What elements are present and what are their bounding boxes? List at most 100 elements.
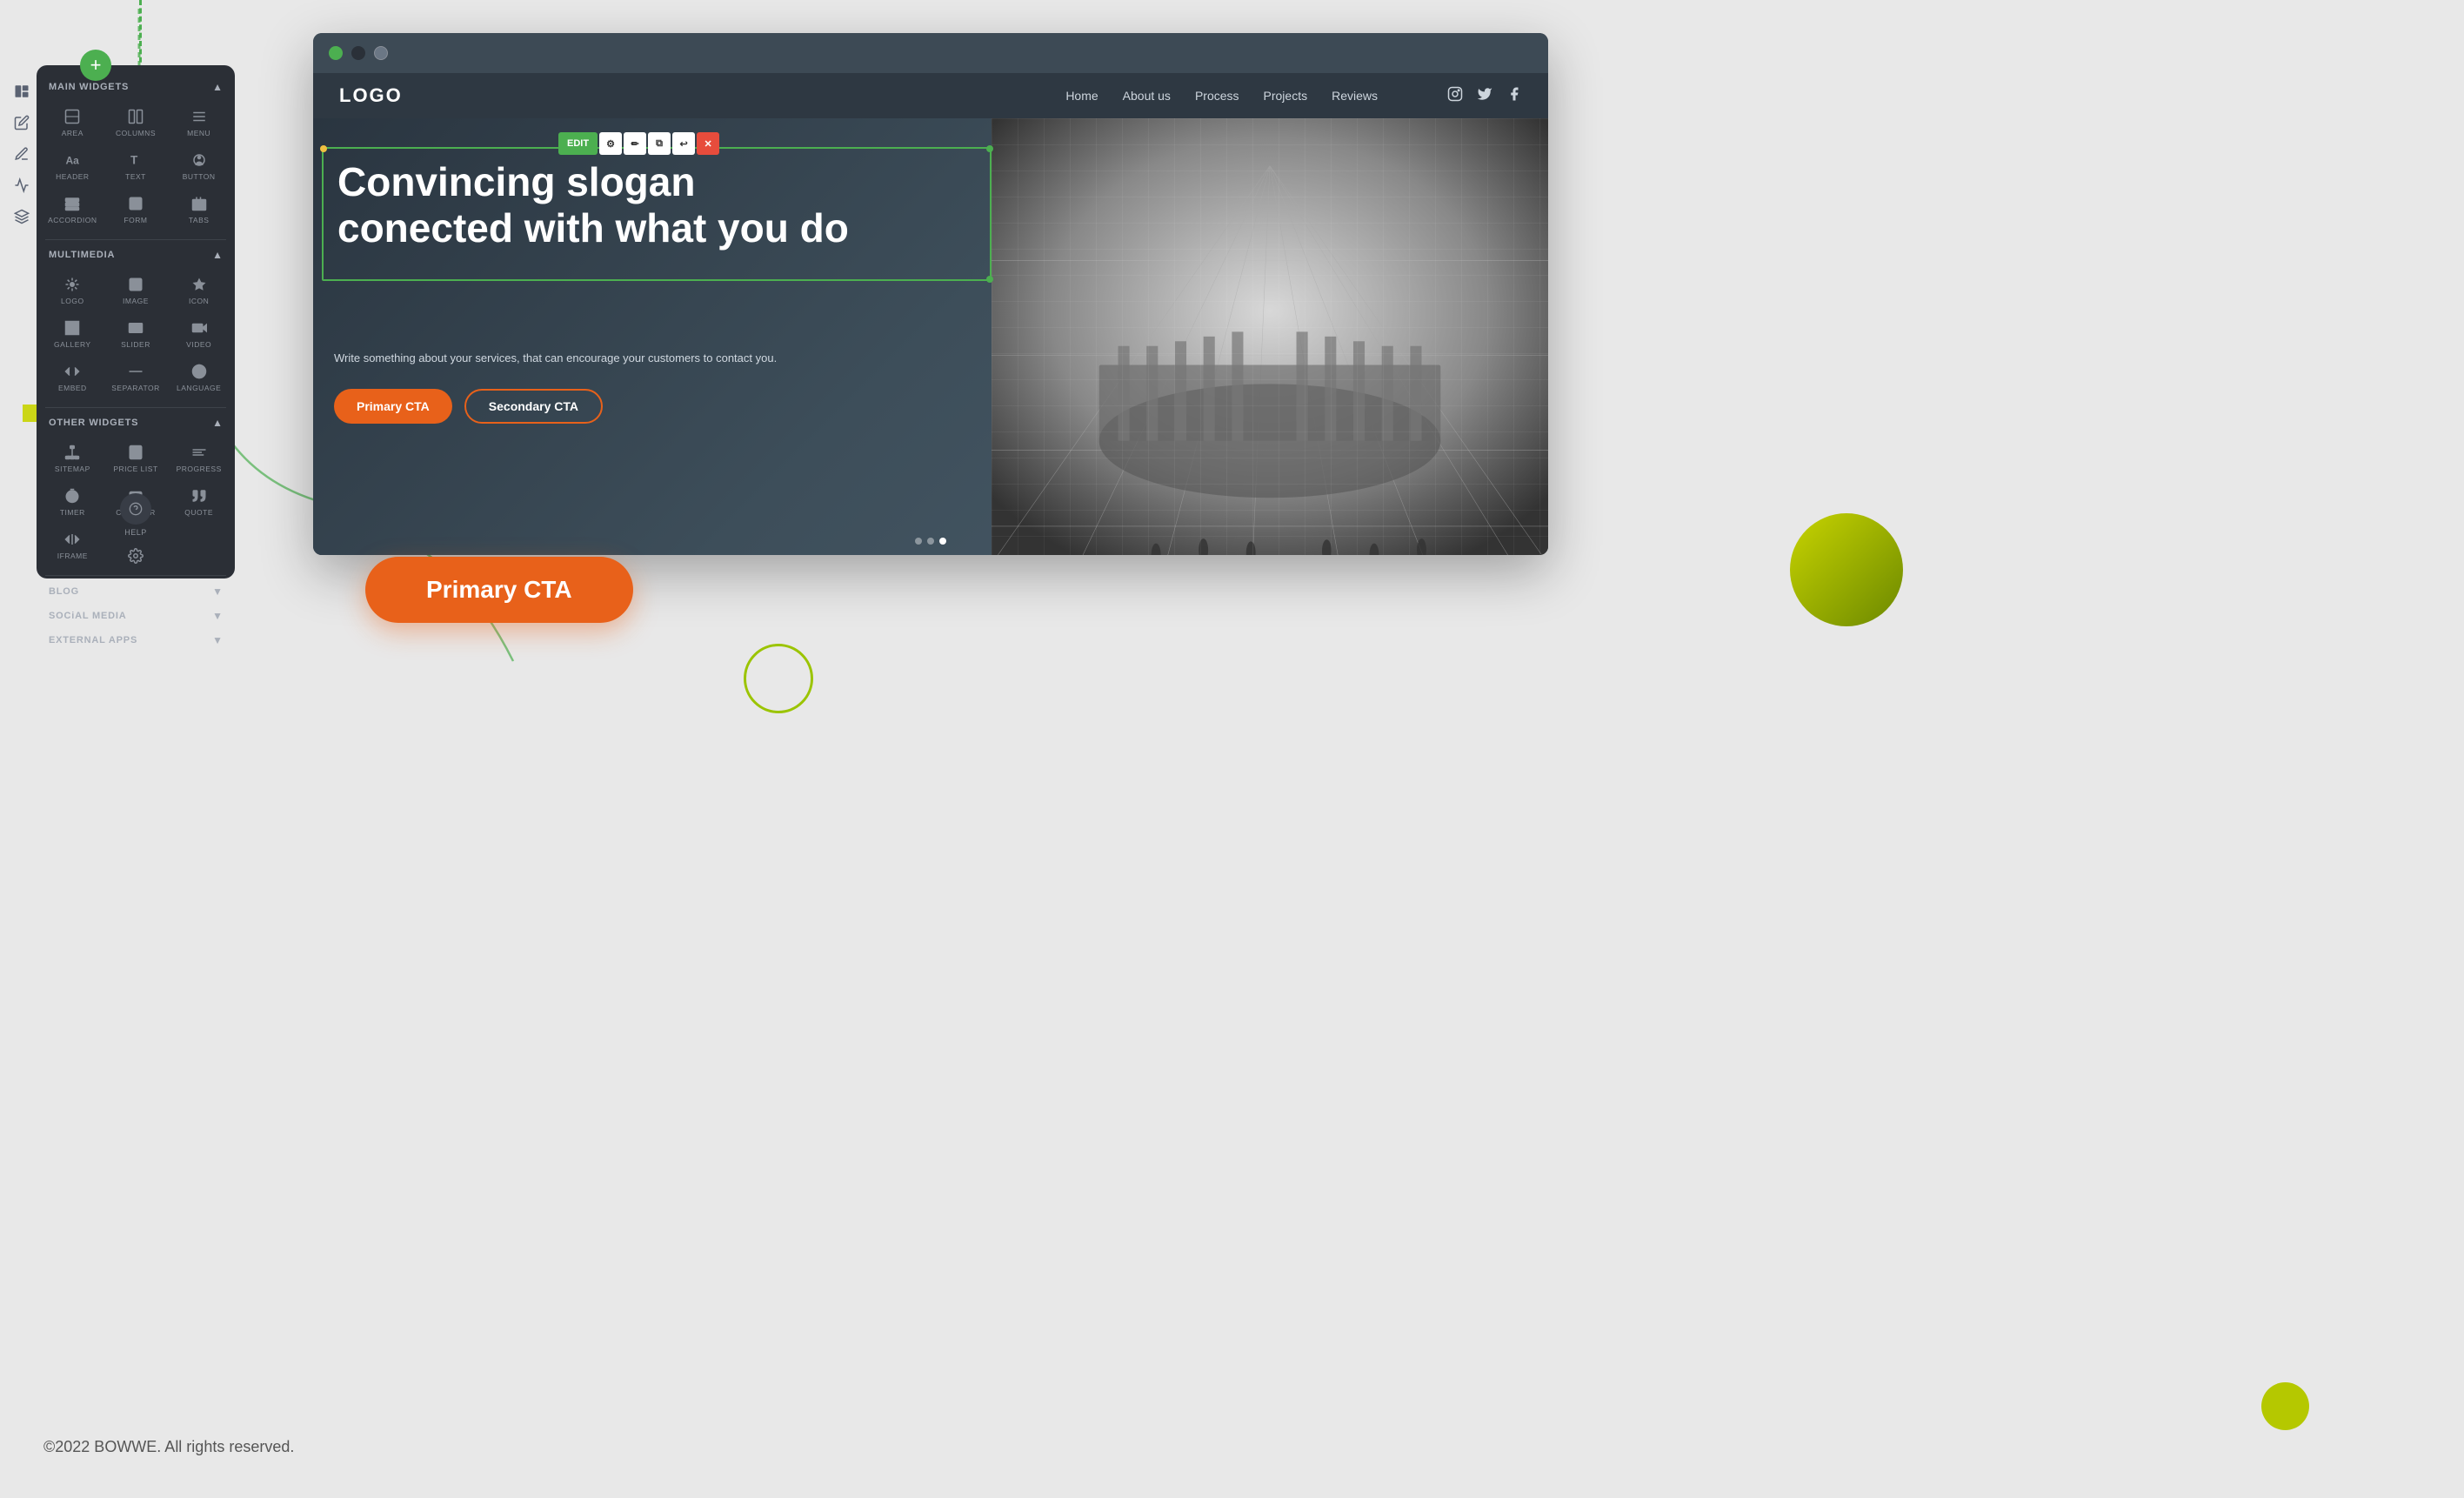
widget-separator[interactable]: SEPARATOR <box>105 355 167 397</box>
widget-logo[interactable]: LOGO <box>42 268 104 310</box>
main-widgets-arrow: ▲ <box>212 81 223 93</box>
primary-cta-button[interactable]: Primary CTA <box>334 389 452 424</box>
external-apps-section-header[interactable]: EXTERNAL APPS ▼ <box>37 628 235 652</box>
widget-button-label: BUTTON <box>183 172 216 181</box>
nav-link-home[interactable]: Home <box>1065 89 1098 103</box>
browser-topbar <box>313 33 1548 73</box>
add-widget-button[interactable]: + <box>80 50 111 81</box>
widget-button[interactable]: BUTTON <box>168 144 230 185</box>
resize-handle-br[interactable] <box>986 276 993 283</box>
hero-text-block[interactable]: Convincing slogan conected with what you… <box>322 147 992 281</box>
widget-header[interactable]: Aa HEADER <box>42 144 104 185</box>
embed-icon <box>60 362 84 381</box>
widget-menu[interactable]: MENU <box>168 100 230 142</box>
nav-link-process[interactable]: Process <box>1195 89 1239 103</box>
widget-gallery-label: GALLERY <box>54 340 91 349</box>
hero-subtext: Write something about your services, tha… <box>334 351 983 364</box>
widget-video[interactable]: VIDEO <box>168 311 230 353</box>
widget-text[interactable]: T TEXT <box>105 144 167 185</box>
accordion-icon <box>60 194 84 213</box>
browser-dot-dark[interactable] <box>351 46 365 60</box>
layers-icon[interactable] <box>8 203 36 231</box>
instagram-icon[interactable] <box>1447 86 1463 106</box>
widget-form-label: FORM <box>124 216 147 224</box>
widget-columns[interactable]: COLUMNS <box>105 100 167 142</box>
widget-accordion-label: ACCORDION <box>48 216 97 224</box>
blog-arrow: ▼ <box>212 585 223 598</box>
left-icon-strip <box>3 65 41 570</box>
multimedia-widgets-grid: LOGO IMAGE ICON GALLERY <box>37 266 235 404</box>
widget-area[interactable]: AREA <box>42 100 104 142</box>
settings-button[interactable] <box>120 540 151 572</box>
nav-link-about[interactable]: About us <box>1123 89 1171 103</box>
page-dot-1[interactable] <box>915 538 922 545</box>
secondary-cta-button[interactable]: Secondary CTA <box>464 389 603 424</box>
help-button[interactable] <box>120 493 151 525</box>
tabs-icon <box>187 194 211 213</box>
nav-link-reviews[interactable]: Reviews <box>1332 89 1378 103</box>
settings-tool-button[interactable]: ⚙ <box>599 132 622 155</box>
page-dot-2[interactable] <box>927 538 934 545</box>
image-icon <box>124 275 148 294</box>
hero-image <box>992 118 1548 555</box>
sidebar-divider-3 <box>45 575 226 576</box>
nav-link-projects[interactable]: Projects <box>1264 89 1308 103</box>
duplicate-tool-button[interactable]: ⧉ <box>648 132 671 155</box>
widget-tabs[interactable]: TABS <box>168 187 230 229</box>
blog-section-header[interactable]: BLOG ▼ <box>37 579 235 604</box>
delete-tool-button[interactable]: ✕ <box>697 132 719 155</box>
widget-language-label: LANGUAGE <box>177 384 221 392</box>
widget-accordion[interactable]: ACCORDION <box>42 187 104 229</box>
svg-text:T: T <box>130 154 138 167</box>
widget-progress[interactable]: PROGRESS <box>168 436 230 478</box>
widget-gallery[interactable]: GALLERY <box>42 311 104 353</box>
header-icon: Aa <box>60 150 84 170</box>
analytics-icon[interactable] <box>8 171 36 199</box>
twitter-icon[interactable] <box>1477 86 1492 106</box>
widget-sitemap[interactable]: SITEMAP <box>42 436 104 478</box>
resize-handle-tl[interactable] <box>320 145 327 152</box>
pencil-tool-button[interactable]: ✏ <box>624 132 646 155</box>
price-list-icon <box>124 443 148 462</box>
widget-slider[interactable]: SLIDER <box>105 311 167 353</box>
facebook-icon[interactable] <box>1506 86 1522 106</box>
website-logo: LOGO <box>339 84 403 107</box>
widget-icon-label: ICON <box>189 297 209 305</box>
gallery-icon <box>60 318 84 338</box>
edit-mode-button[interactable]: EDIT <box>558 132 598 155</box>
browser-dot-green[interactable] <box>329 46 343 60</box>
hero-bottom-area: Write something about your services, tha… <box>334 343 983 424</box>
widget-embed[interactable]: EMBED <box>42 355 104 397</box>
page-dot-3[interactable] <box>939 538 946 545</box>
panel-icon[interactable] <box>8 77 36 105</box>
widget-icon-w[interactable]: ICON <box>168 268 230 310</box>
pencil-icon[interactable] <box>8 140 36 168</box>
widget-form[interactable]: FORM <box>105 187 167 229</box>
floating-primary-cta[interactable]: Primary CTA <box>365 557 633 623</box>
website-navigation: LOGO Home About us Process Projects Revi… <box>313 73 1548 118</box>
button-widget-icon <box>187 150 211 170</box>
main-widgets-grid: AREA COLUMNS MENU Aa HEADER T <box>37 98 235 236</box>
widget-price-list[interactable]: PRICE LIST <box>105 436 167 478</box>
widget-language[interactable]: LANGUAGE <box>168 355 230 397</box>
logo-widget-icon <box>60 275 84 294</box>
video-icon <box>187 318 211 338</box>
widgets-sidebar: + MAIN WIDGETS ▲ AREA COLUMNS MENU <box>37 65 235 578</box>
multimedia-section-header: MULTIMEDIA ▲ <box>37 244 235 266</box>
resize-handle-tr[interactable] <box>986 145 993 152</box>
widget-separator-label: SEPARATOR <box>111 384 160 392</box>
social-media-label: SOCiAL MEDIA <box>49 611 126 621</box>
copyright-text: ©2022 BOWWE. All rights reserved. <box>43 1438 294 1456</box>
widget-embed-label: EMBED <box>58 384 87 392</box>
text-icon: T <box>124 150 148 170</box>
widget-progress-label: PROGRESS <box>177 465 222 473</box>
edit-icon[interactable] <box>8 109 36 137</box>
browser-dot-light[interactable] <box>374 46 388 60</box>
multimedia-label: MULTIMEDIA <box>49 250 115 260</box>
social-media-section-header[interactable]: SOCiAL MEDIA ▼ <box>37 604 235 628</box>
widget-tabs-label: TABS <box>189 216 210 224</box>
architecture-image <box>992 118 1548 555</box>
widget-image[interactable]: IMAGE <box>105 268 167 310</box>
blog-label: BLOG <box>49 586 79 597</box>
undo-tool-button[interactable]: ↩ <box>672 132 695 155</box>
